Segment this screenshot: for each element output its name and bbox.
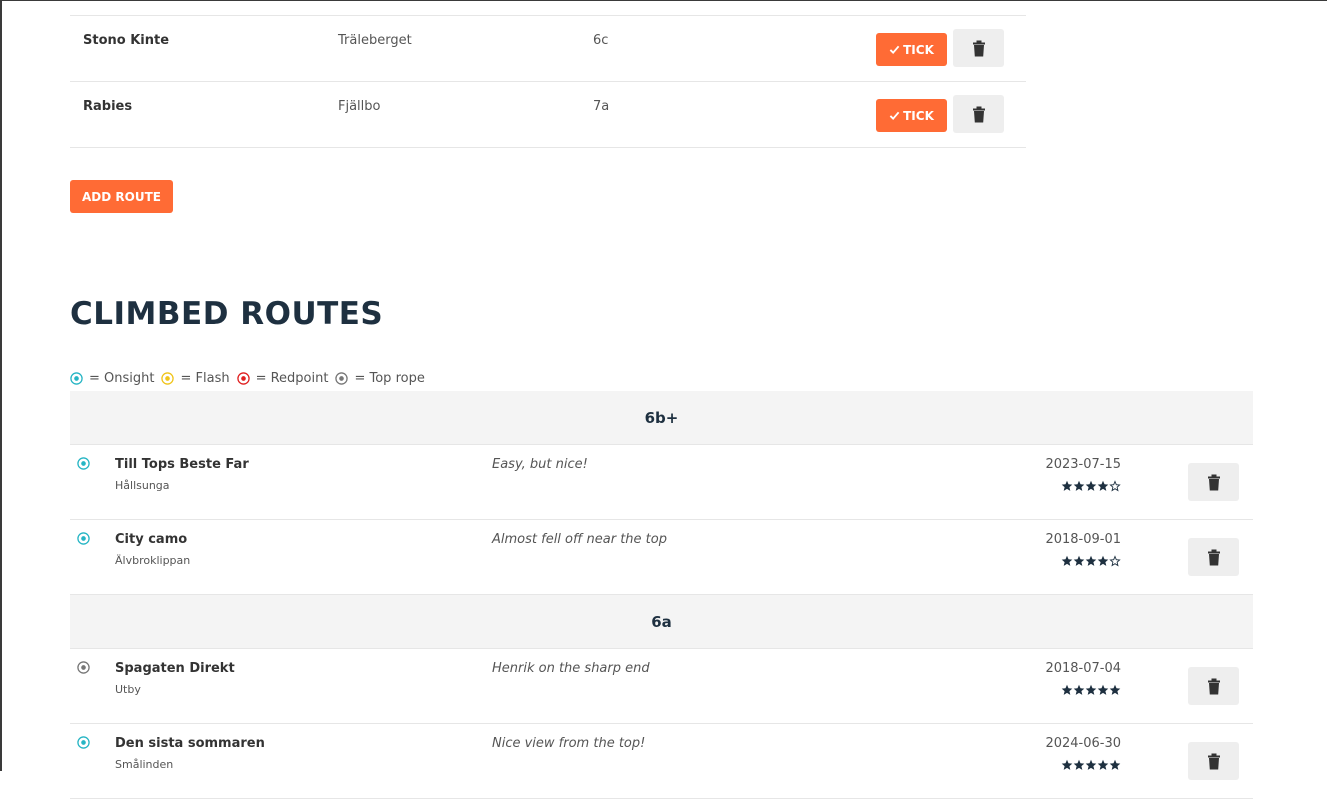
route-comment: Nice view from the top! <box>492 736 646 751</box>
climb-date: 2023-07-15 <box>1045 457 1121 472</box>
climbed-routes-list: 6b+ Till Tops Beste Far Hållsunga Easy, but… <box>70 391 1253 799</box>
tick-button[interactable]: TICK <box>876 33 947 66</box>
climbed-route-row: Till Tops Beste Far Hållsunga Easy, but ni… <box>70 445 1253 520</box>
delete-button[interactable] <box>1188 667 1239 705</box>
climb-date: 2018-09-01 <box>1045 532 1121 547</box>
todo-routes-table: Stono Kinte Träleberget 6c TICK Rabies F… <box>70 15 1026 148</box>
route-crag: Träleberget <box>338 33 412 48</box>
legend-toprope: = Top rope <box>335 371 425 386</box>
trash-icon <box>1207 549 1220 565</box>
legend-onsight: = Onsight <box>70 371 154 386</box>
legend-label: = Top rope <box>354 371 425 386</box>
legend-label: = Onsight <box>89 371 155 386</box>
checkmark-icon <box>889 111 900 121</box>
star-rating <box>1061 555 1121 567</box>
star-rating <box>1061 684 1121 696</box>
legend-label: = Redpoint <box>255 371 329 386</box>
grade-header: 6a <box>70 595 1253 649</box>
star-filled-icon <box>1061 684 1073 695</box>
delete-button[interactable] <box>953 29 1004 67</box>
delete-button[interactable] <box>1188 538 1239 576</box>
route-name: Den sista sommaren <box>115 736 265 751</box>
add-route-button[interactable]: ADD ROUTE <box>70 180 173 213</box>
flash-icon <box>161 372 175 385</box>
route-crag: Fjällbo <box>338 99 381 114</box>
climbed-routes-title: CLIMBED ROUTES <box>70 296 384 332</box>
onsight-icon <box>77 532 90 545</box>
route-name: City camo <box>115 532 188 547</box>
onsight-icon <box>77 736 90 749</box>
star-filled-icon <box>1061 480 1073 491</box>
star-filled-icon <box>1073 684 1085 695</box>
style-legend: = Onsight = Flash = Redpoint = Top rope <box>70 371 432 386</box>
star-empty-icon <box>1109 555 1121 567</box>
trash-icon <box>972 106 985 122</box>
star-filled-icon <box>1073 759 1085 770</box>
delete-button[interactable] <box>1188 463 1239 501</box>
route-comment: Almost fell off near the top <box>492 532 667 547</box>
star-filled-icon <box>1085 759 1097 770</box>
star-filled-icon <box>1073 480 1085 491</box>
route-name: Spagaten Direkt <box>115 661 235 676</box>
route-crag: Hållsunga <box>115 479 170 492</box>
star-filled-icon <box>1097 759 1109 770</box>
star-empty-icon <box>1109 480 1121 492</box>
star-filled-icon <box>1097 480 1109 491</box>
toprope-icon <box>335 372 349 385</box>
route-name: Rabies <box>83 99 133 114</box>
route-grade: 6c <box>593 33 609 48</box>
tick-button[interactable]: TICK <box>876 99 947 132</box>
grade-header: 6b+ <box>70 391 1253 445</box>
onsight-icon <box>77 457 90 470</box>
route-name: Stono Kinte <box>83 33 170 48</box>
star-filled-icon <box>1109 684 1121 695</box>
climb-date: 2024-06-30 <box>1045 736 1121 751</box>
route-crag: Smålinden <box>115 758 174 771</box>
star-rating <box>1061 759 1121 771</box>
tick-label: TICK <box>903 42 934 57</box>
climb-date: 2018-07-04 <box>1045 661 1121 676</box>
legend-flash: = Flash <box>161 371 230 386</box>
delete-button[interactable] <box>953 95 1004 133</box>
route-comment: Easy, but nice! <box>492 457 588 472</box>
legend-redpoint: = Redpoint <box>236 371 329 386</box>
route-crag: Älvbroklippan <box>115 554 191 567</box>
route-crag: Utby <box>115 683 141 696</box>
delete-button[interactable] <box>1188 742 1239 780</box>
climbed-route-row: Spagaten Direkt Utby Henrik on the sharp e… <box>70 649 1253 724</box>
onsight-icon <box>70 372 83 385</box>
checkmark-icon <box>889 45 900 55</box>
route-comment: Henrik on the sharp end <box>492 661 650 676</box>
trash-icon <box>1207 474 1220 490</box>
star-rating <box>1061 480 1121 492</box>
trash-icon <box>972 40 985 56</box>
climbed-route-row: City camo Älvbroklippan Almost fell off ne… <box>70 520 1253 595</box>
redpoint-icon <box>236 372 250 385</box>
trash-icon <box>1207 753 1220 769</box>
star-filled-icon <box>1085 555 1097 566</box>
toprope-icon <box>77 661 90 674</box>
route-name: Till Tops Beste Far <box>115 457 249 472</box>
star-filled-icon <box>1061 759 1073 770</box>
climbed-route-row: Den sista sommaren Smålinden Nice view fro… <box>70 724 1253 799</box>
trash-icon <box>1207 678 1220 694</box>
star-filled-icon <box>1085 684 1097 695</box>
todo-row: Rabies Fjällbo 7a TICK <box>70 81 1026 148</box>
tick-label: TICK <box>903 108 934 123</box>
star-filled-icon <box>1097 555 1109 566</box>
star-filled-icon <box>1109 759 1121 770</box>
star-filled-icon <box>1061 555 1073 566</box>
route-grade: 7a <box>593 99 610 114</box>
star-filled-icon <box>1085 480 1097 491</box>
legend-label: = Flash <box>180 371 230 386</box>
todo-row: Stono Kinte Träleberget 6c TICK <box>70 15 1026 81</box>
star-filled-icon <box>1073 555 1085 566</box>
star-filled-icon <box>1097 684 1109 695</box>
